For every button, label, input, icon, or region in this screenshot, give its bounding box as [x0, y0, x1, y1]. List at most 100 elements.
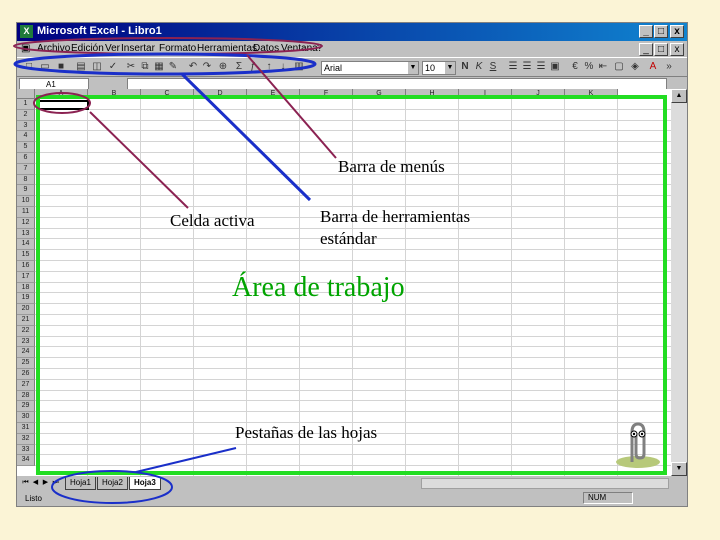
decrease-indent-icon[interactable]: ⇤ — [597, 61, 609, 73]
label-work-area: Área de trabajo — [232, 272, 405, 303]
row-header-33[interactable]: 33 — [17, 444, 35, 456]
align-right-icon[interactable]: ☰ — [535, 61, 547, 73]
row-header-17[interactable]: 17 — [17, 271, 35, 283]
standard-toolbar: □ ▭ ■ ▤ ◫ ✓ ✂ ⧉ ▦ ✎ ↶ ↷ ⊕ Σ ƒ ↑ ↓ ▥ Aria… — [17, 57, 687, 77]
redo-icon[interactable]: ↷ — [201, 61, 213, 73]
row-header-11[interactable]: 11 — [17, 207, 35, 218]
row-header-18[interactable]: 18 — [17, 282, 35, 294]
row-header-2[interactable]: 2 — [17, 109, 35, 121]
sheet-tab-hoja1[interactable]: Hoja1 — [65, 477, 96, 490]
sort-descending-icon[interactable]: ↓ — [277, 61, 289, 73]
row-header-25[interactable]: 25 — [17, 358, 35, 369]
minimize-button[interactable]: _ — [639, 25, 653, 38]
print-icon[interactable]: ▤ — [75, 61, 87, 73]
borders-icon[interactable]: ▢ — [613, 61, 625, 73]
font-name-select[interactable]: Arial ▼ — [321, 61, 419, 75]
undo-icon[interactable]: ↶ — [187, 61, 199, 73]
font-size-select[interactable]: 10 ▼ — [422, 61, 456, 75]
format-painter-icon[interactable]: ✎ — [167, 61, 179, 73]
sort-ascending-icon[interactable]: ↑ — [263, 61, 275, 73]
row-header-1[interactable]: 1 — [17, 99, 35, 110]
menu-ventana[interactable]: Ventana — [281, 43, 318, 54]
row-header-13[interactable]: 13 — [17, 228, 35, 240]
autosum-icon[interactable]: Σ — [233, 61, 245, 73]
percent-icon[interactable]: % — [583, 61, 595, 73]
row-header-6[interactable]: 6 — [17, 153, 35, 164]
row-header-16[interactable]: 16 — [17, 261, 35, 272]
row-header-30[interactable]: 30 — [17, 412, 35, 423]
row-header-15[interactable]: 15 — [17, 250, 35, 261]
row-header-7[interactable]: 7 — [17, 163, 35, 175]
last-sheet-icon[interactable]: ⏭ — [51, 478, 60, 488]
cut-icon[interactable]: ✂ — [125, 61, 137, 73]
row-header-32[interactable]: 32 — [17, 433, 35, 445]
align-left-icon[interactable]: ☰ — [507, 61, 519, 73]
underline-button[interactable]: S — [487, 61, 499, 73]
scroll-up-icon[interactable]: ▲ — [671, 89, 687, 103]
row-header-14[interactable]: 14 — [17, 239, 35, 251]
row-header-9[interactable]: 9 — [17, 185, 35, 197]
row-header-21[interactable]: 21 — [17, 315, 35, 326]
menu-insertar[interactable]: Insertar — [121, 43, 155, 54]
row-header-29[interactable]: 29 — [17, 401, 35, 413]
save-icon[interactable]: ■ — [55, 61, 67, 73]
menu-archivo[interactable]: Archivo — [37, 43, 70, 54]
paste-icon[interactable]: ▦ — [153, 61, 165, 73]
row-header-23[interactable]: 23 — [17, 336, 35, 348]
preview-icon[interactable]: ◫ — [91, 61, 103, 73]
scroll-down-icon[interactable]: ▼ — [671, 462, 687, 476]
chevron-down-icon[interactable]: ▼ — [408, 62, 418, 74]
menu-formato[interactable]: Formato — [159, 43, 196, 54]
merge-center-icon[interactable]: ▣ — [549, 61, 561, 73]
row-header-5[interactable]: 5 — [17, 142, 35, 153]
open-icon[interactable]: ▭ — [39, 61, 51, 73]
row-header-4[interactable]: 4 — [17, 131, 35, 143]
doc-restore-button[interactable]: □ — [654, 43, 668, 56]
menu-help[interactable]: ? — [317, 43, 323, 54]
menu-herramientas[interactable]: Herramientas — [197, 43, 257, 54]
fill-color-icon[interactable]: ◈ — [629, 61, 641, 73]
function-icon[interactable]: ƒ — [247, 61, 259, 73]
row-header-12[interactable]: 12 — [17, 217, 35, 229]
more-buttons-icon[interactable]: » — [663, 61, 675, 73]
row-header-8[interactable]: 8 — [17, 174, 35, 186]
first-sheet-icon[interactable]: ⏮ — [21, 478, 30, 488]
next-sheet-icon[interactable]: ▶ — [41, 478, 50, 488]
row-header-19[interactable]: 19 — [17, 293, 35, 305]
chart-wizard-icon[interactable]: ▥ — [293, 61, 305, 73]
align-center-icon[interactable]: ☰ — [521, 61, 533, 73]
maximize-button[interactable]: □ — [654, 25, 668, 38]
row-header-26[interactable]: 26 — [17, 369, 35, 380]
doc-minimize-button[interactable]: _ — [639, 43, 653, 56]
menu-datos[interactable]: Datos — [253, 43, 279, 54]
doc-close-button[interactable]: x — [670, 43, 684, 56]
new-icon[interactable]: □ — [23, 61, 35, 73]
row-header-28[interactable]: 28 — [17, 390, 35, 402]
horizontal-scrollbar[interactable] — [421, 478, 669, 489]
sheet-tab-hoja3[interactable]: Hoja3 — [129, 477, 161, 490]
font-name-value: Arial — [324, 63, 343, 73]
row-header-10[interactable]: 10 — [17, 196, 35, 207]
row-header-31[interactable]: 31 — [17, 423, 35, 434]
close-button[interactable]: x — [670, 25, 684, 38]
chevron-down-icon[interactable]: ▼ — [445, 62, 455, 74]
spelling-icon[interactable]: ✓ — [107, 61, 119, 73]
row-header-3[interactable]: 3 — [17, 120, 35, 132]
copy-icon[interactable]: ⧉ — [139, 61, 151, 73]
font-color-icon[interactable]: A — [647, 61, 659, 73]
row-header-20[interactable]: 20 — [17, 304, 35, 315]
select-all-corner[interactable] — [17, 89, 35, 99]
row-header-24[interactable]: 24 — [17, 347, 35, 359]
row-header-22[interactable]: 22 — [17, 325, 35, 337]
prev-sheet-icon[interactable]: ◀ — [31, 478, 40, 488]
italic-button[interactable]: K — [473, 61, 485, 73]
row-header-27[interactable]: 27 — [17, 379, 35, 391]
hyperlink-icon[interactable]: ⊕ — [217, 61, 229, 73]
row-header-34[interactable]: 34 — [17, 455, 35, 467]
vertical-scrollbar[interactable]: ▲ ▼ — [671, 89, 687, 476]
menu-ver[interactable]: Ver — [105, 43, 120, 54]
bold-button[interactable]: N — [459, 61, 471, 73]
currency-icon[interactable]: € — [569, 61, 581, 73]
menu-edicion[interactable]: Edición — [71, 43, 104, 54]
sheet-tab-hoja2[interactable]: Hoja2 — [97, 477, 128, 490]
